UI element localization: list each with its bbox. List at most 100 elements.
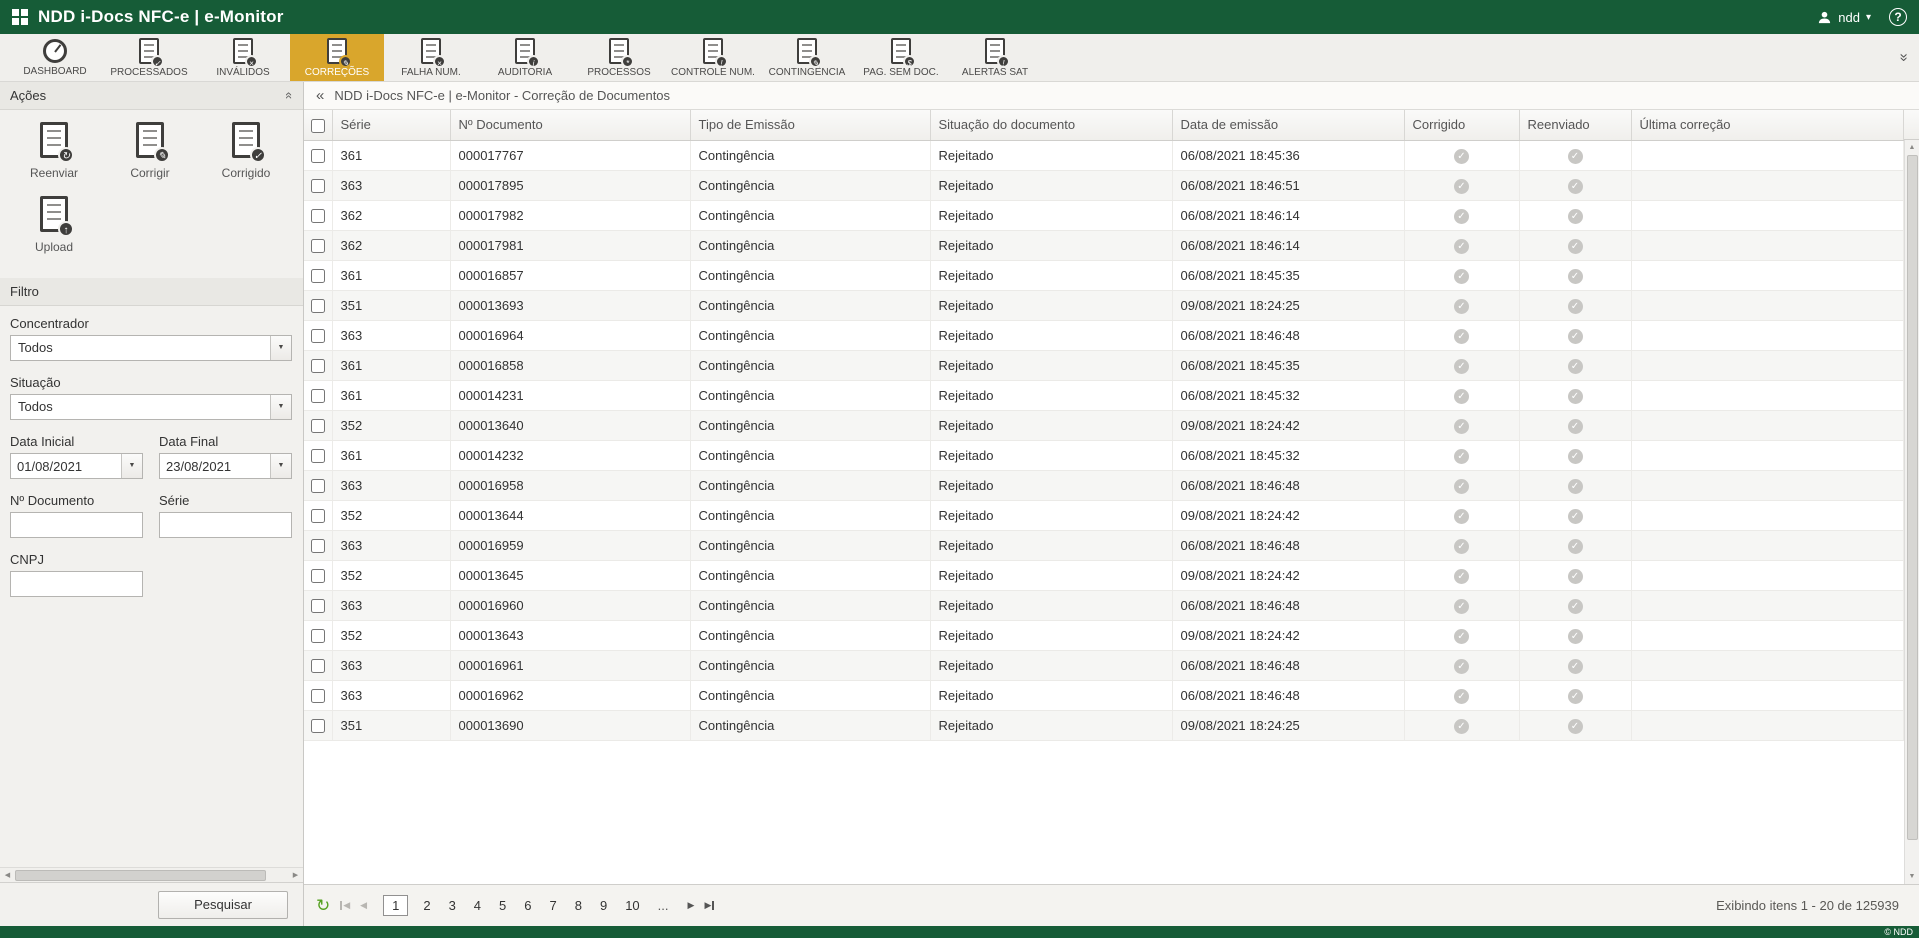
- collapse-actions-icon[interactable]: «: [282, 92, 297, 99]
- row-checkbox[interactable]: [311, 179, 325, 193]
- table-row[interactable]: 363000016962ContingênciaRejeitado06/08/2…: [304, 680, 1904, 710]
- row-checkbox[interactable]: [311, 629, 325, 643]
- table-row[interactable]: 363000016959ContingênciaRejeitado06/08/2…: [304, 530, 1904, 560]
- next-page-button[interactable]: ▶: [688, 900, 695, 911]
- action-corrigir[interactable]: ✎ Corrigir: [102, 122, 198, 180]
- select-all-checkbox[interactable]: [311, 119, 325, 133]
- row-checkbox[interactable]: [311, 659, 325, 673]
- row-checkbox[interactable]: [311, 149, 325, 163]
- table-row[interactable]: 363000016964ContingênciaRejeitado06/08/2…: [304, 320, 1904, 350]
- column-header-tipo-emissao[interactable]: Tipo de Emissão: [690, 110, 930, 140]
- page-button-7[interactable]: 7: [547, 896, 560, 915]
- action-reenviar[interactable]: ↻ Reenviar: [6, 122, 102, 180]
- table-row[interactable]: 363000016961ContingênciaRejeitado06/08/2…: [304, 650, 1904, 680]
- cnpj-input[interactable]: [10, 571, 143, 597]
- table-row[interactable]: 352000013644ContingênciaRejeitado09/08/2…: [304, 500, 1904, 530]
- row-checkbox[interactable]: [311, 239, 325, 253]
- row-checkbox[interactable]: [311, 539, 325, 553]
- sidebar-horizontal-scrollbar[interactable]: ◀ ▶: [0, 867, 303, 882]
- toolbar-item-pag-sem-doc[interactable]: $ PAG. SEM DOC.: [854, 34, 948, 81]
- data-inicial-input[interactable]: [11, 454, 121, 478]
- page-button-9[interactable]: 9: [597, 896, 610, 915]
- column-header-documento[interactable]: Nº Documento: [450, 110, 690, 140]
- table-row[interactable]: 362000017981ContingênciaRejeitado06/08/2…: [304, 230, 1904, 260]
- scroll-down-icon[interactable]: ▼: [1909, 869, 1916, 884]
- first-page-button[interactable]: ◀: [340, 900, 350, 911]
- toolbar-item-falha-num[interactable]: × FALHA NUM.: [384, 34, 478, 81]
- table-row[interactable]: 362000017982ContingênciaRejeitado06/08/2…: [304, 200, 1904, 230]
- table-row[interactable]: 351000013693ContingênciaRejeitado09/08/2…: [304, 290, 1904, 320]
- chevron-down-icon[interactable]: ▼: [270, 454, 291, 478]
- table-row[interactable]: 361000014232ContingênciaRejeitado06/08/2…: [304, 440, 1904, 470]
- page-button-10[interactable]: 10: [622, 896, 642, 915]
- help-icon[interactable]: ?: [1889, 8, 1907, 26]
- column-header-reenviado[interactable]: Reenviado: [1519, 110, 1631, 140]
- scroll-right-icon[interactable]: ▶: [288, 871, 303, 879]
- grid-vertical-scrollbar[interactable]: ▲ ▼: [1904, 140, 1919, 884]
- toolbar-item-dashboard[interactable]: DASHBOARD: [8, 34, 102, 81]
- table-row[interactable]: 352000013643ContingênciaRejeitado09/08/2…: [304, 620, 1904, 650]
- scrollbar-thumb[interactable]: [15, 870, 266, 881]
- toolbar-item-contingencia[interactable]: ✎ CONTINGÊNCIA: [760, 34, 854, 81]
- num-documento-input[interactable]: [10, 512, 143, 538]
- row-checkbox[interactable]: [311, 479, 325, 493]
- row-checkbox[interactable]: [311, 689, 325, 703]
- row-checkbox[interactable]: [311, 719, 325, 733]
- action-corrigido[interactable]: ✓ Corrigido: [198, 122, 294, 180]
- row-checkbox[interactable]: [311, 599, 325, 613]
- row-checkbox[interactable]: [311, 269, 325, 283]
- concentrador-select[interactable]: Todos ▼: [10, 335, 292, 361]
- page-button-5[interactable]: 5: [496, 896, 509, 915]
- scrollbar-thumb[interactable]: [1907, 155, 1918, 840]
- table-row[interactable]: 363000016960ContingênciaRejeitado06/08/2…: [304, 590, 1904, 620]
- page-button-2[interactable]: 2: [420, 896, 433, 915]
- page-button-8[interactable]: 8: [572, 896, 585, 915]
- table-row[interactable]: 361000016858ContingênciaRejeitado06/08/2…: [304, 350, 1904, 380]
- column-header-data-emissao[interactable]: Data de emissão: [1172, 110, 1404, 140]
- scrollbar-track[interactable]: [1907, 155, 1918, 869]
- table-row[interactable]: 363000017895ContingênciaRejeitado06/08/2…: [304, 170, 1904, 200]
- chevron-down-icon[interactable]: ▼: [270, 395, 291, 419]
- table-row[interactable]: 361000014231ContingênciaRejeitado06/08/2…: [304, 380, 1904, 410]
- search-button[interactable]: Pesquisar: [158, 891, 288, 919]
- last-page-button[interactable]: ▶: [704, 900, 714, 911]
- data-final-input[interactable]: [160, 454, 270, 478]
- chevron-down-icon[interactable]: ▼: [270, 336, 291, 360]
- collapse-sidebar-icon[interactable]: «: [316, 87, 324, 104]
- table-row[interactable]: 361000017767ContingênciaRejeitado06/08/2…: [304, 140, 1904, 170]
- row-checkbox[interactable]: [311, 329, 325, 343]
- toolbar-item-auditoria[interactable]: i AUDITORIA: [478, 34, 572, 81]
- scroll-left-icon[interactable]: ◀: [0, 871, 15, 879]
- row-checkbox[interactable]: [311, 419, 325, 433]
- app-grid-icon[interactable]: [12, 9, 28, 25]
- toolbar-item-invalidos[interactable]: × INVÁLIDOS: [196, 34, 290, 81]
- page-button-6[interactable]: 6: [521, 896, 534, 915]
- row-checkbox[interactable]: [311, 209, 325, 223]
- situacao-select[interactable]: Todos ▼: [10, 394, 292, 420]
- row-checkbox[interactable]: [311, 509, 325, 523]
- page-button-4[interactable]: 4: [471, 896, 484, 915]
- column-header-ultima-correcao[interactable]: Última correção: [1631, 110, 1904, 140]
- table-row[interactable]: 351000013690ContingênciaRejeitado09/08/2…: [304, 710, 1904, 740]
- table-row[interactable]: 352000013640ContingênciaRejeitado09/08/2…: [304, 410, 1904, 440]
- toolbar-item-processos[interactable]: * PROCESSOS: [572, 34, 666, 81]
- toolbar-item-processados[interactable]: ✓ PROCESSADOS: [102, 34, 196, 81]
- row-checkbox[interactable]: [311, 359, 325, 373]
- column-header-situacao[interactable]: Situação do documento: [930, 110, 1172, 140]
- column-header-serie[interactable]: Série: [332, 110, 450, 140]
- row-checkbox[interactable]: [311, 449, 325, 463]
- scrollbar-track[interactable]: [15, 870, 288, 881]
- table-row[interactable]: 352000013645ContingênciaRejeitado09/08/2…: [304, 560, 1904, 590]
- table-row[interactable]: 363000016958ContingênciaRejeitado06/08/2…: [304, 470, 1904, 500]
- serie-input[interactable]: [159, 512, 292, 538]
- page-button-1[interactable]: 1: [383, 895, 408, 916]
- scroll-up-icon[interactable]: ▲: [1909, 140, 1916, 155]
- column-header-corrigido[interactable]: Corrigido: [1404, 110, 1519, 140]
- action-upload[interactable]: ↑ Upload: [6, 196, 102, 254]
- row-checkbox[interactable]: [311, 299, 325, 313]
- toolbar-collapse-icon[interactable]: «: [1894, 53, 1911, 61]
- table-row[interactable]: 361000016857ContingênciaRejeitado06/08/2…: [304, 260, 1904, 290]
- chevron-down-icon[interactable]: ▼: [121, 454, 142, 478]
- user-menu[interactable]: ndd ▾: [1817, 10, 1871, 25]
- refresh-icon[interactable]: ↻: [316, 897, 330, 914]
